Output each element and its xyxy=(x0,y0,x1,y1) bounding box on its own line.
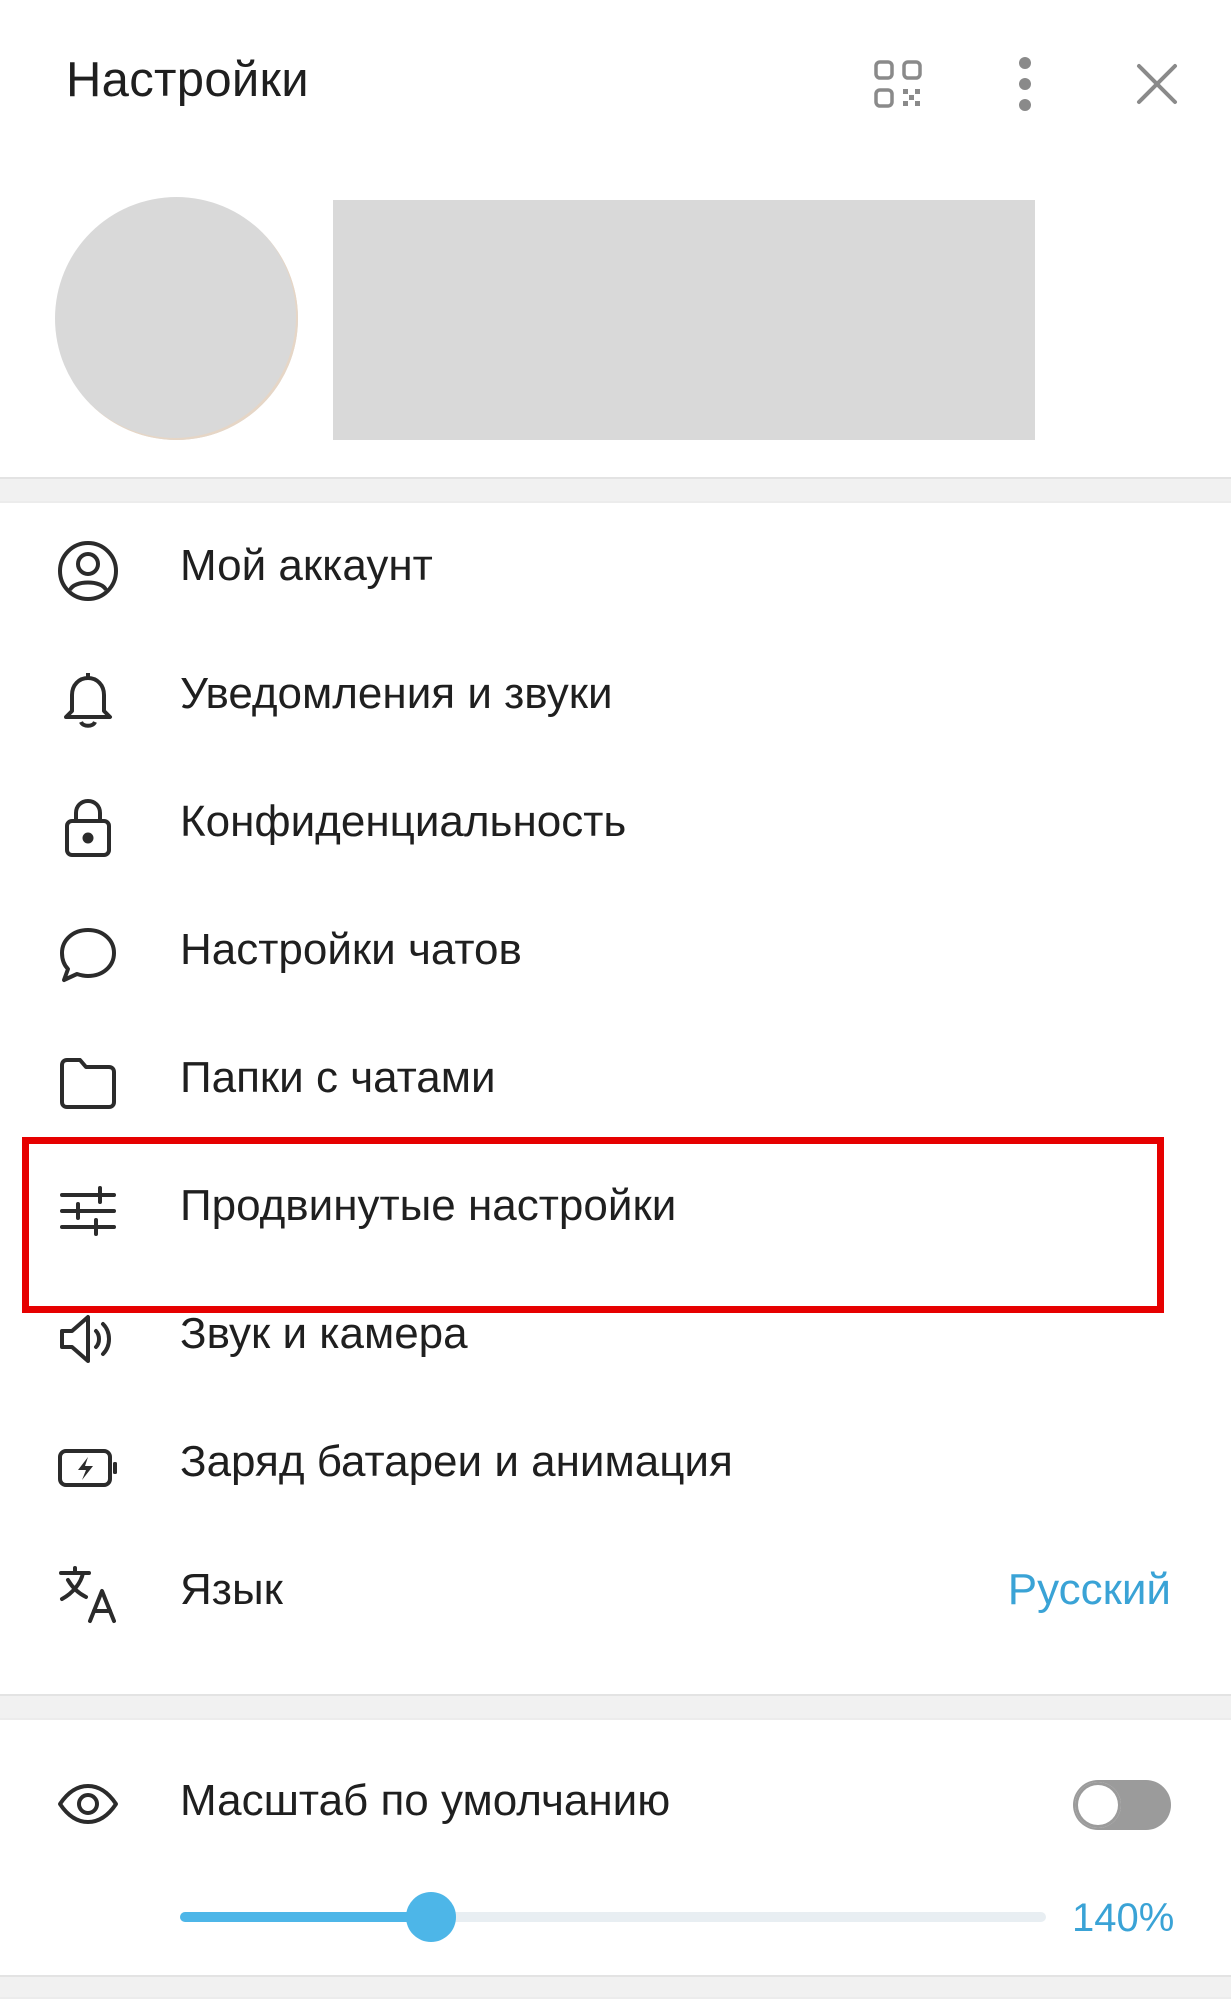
zoom-default-toggle[interactable] xyxy=(1073,1780,1171,1830)
menu-item-label: Папки с чатами xyxy=(180,1053,496,1102)
zoom-label: Масштаб по умолчанию xyxy=(180,1776,671,1825)
menu-item-label: Настройки чатов xyxy=(180,925,522,974)
toggle-knob xyxy=(1075,1782,1121,1828)
slider-thumb[interactable] xyxy=(406,1892,457,1942)
chat-bubble-icon xyxy=(52,919,124,991)
menu-item-language[interactable]: Язык Русский xyxy=(0,1527,1231,1655)
section-divider xyxy=(0,1975,1231,1999)
slider-fill xyxy=(180,1912,432,1922)
account-icon xyxy=(52,535,124,607)
more-vertical-icon xyxy=(1015,56,1035,112)
profile-card[interactable] xyxy=(0,170,1231,475)
bell-icon xyxy=(52,663,124,735)
language-value: Русский xyxy=(1007,1565,1171,1614)
section-divider xyxy=(0,477,1231,503)
eye-icon xyxy=(52,1768,124,1840)
zoom-value: 140% xyxy=(1072,1896,1175,1940)
menu-item-label: Мой аккаунт xyxy=(180,541,433,590)
menu-item-battery-animation[interactable]: Заряд батареи и анимация xyxy=(0,1399,1231,1527)
translate-icon xyxy=(52,1559,124,1631)
menu-item-label: Звук и камера xyxy=(180,1309,468,1358)
profile-info-redacted xyxy=(333,200,1035,440)
menu-item-label: Уведомления и звуки xyxy=(180,669,613,718)
speaker-icon xyxy=(52,1303,124,1375)
menu-item-chat-folders[interactable]: Папки с чатами xyxy=(0,1015,1231,1143)
header: Настройки xyxy=(0,0,1231,170)
menu-item-my-account[interactable]: Мой аккаунт xyxy=(0,503,1231,631)
menu-item-label: Продвинутые настройки xyxy=(180,1181,677,1230)
qr-code-icon xyxy=(873,59,923,109)
close-icon xyxy=(1135,62,1179,106)
menu-item-label: Язык xyxy=(180,1565,283,1614)
avatar[interactable] xyxy=(55,197,298,440)
zoom-default-row[interactable]: Масштаб по умолчанию xyxy=(0,1720,1231,1890)
menu-item-sound-camera[interactable]: Звук и камера xyxy=(0,1271,1231,1399)
menu-item-chat-settings[interactable]: Настройки чатов xyxy=(0,887,1231,1015)
menu-item-advanced-settings[interactable]: Продвинутые настройки xyxy=(0,1143,1231,1271)
menu-item-label: Заряд батареи и анимация xyxy=(180,1437,733,1486)
page-title: Настройки xyxy=(66,53,309,107)
folder-icon xyxy=(52,1047,124,1119)
lock-icon xyxy=(52,791,124,863)
section-divider xyxy=(0,1694,1231,1720)
menu-item-label: Конфиденциальность xyxy=(180,797,627,846)
battery-charge-icon xyxy=(52,1431,124,1503)
menu-item-notifications[interactable]: Уведомления и звуки xyxy=(0,631,1231,759)
zoom-slider[interactable] xyxy=(180,1892,1046,1942)
settings-window: Настройки Мой аккаунт Уведомления и звук… xyxy=(0,0,1231,1999)
sliders-icon xyxy=(52,1175,124,1247)
close-button[interactable] xyxy=(1117,44,1197,124)
qr-code-button[interactable] xyxy=(858,44,938,124)
more-options-button[interactable] xyxy=(985,44,1065,124)
zoom-section: Масштаб по умолчанию 140% xyxy=(0,1720,1231,1975)
menu-item-privacy[interactable]: Конфиденциальность xyxy=(0,759,1231,887)
